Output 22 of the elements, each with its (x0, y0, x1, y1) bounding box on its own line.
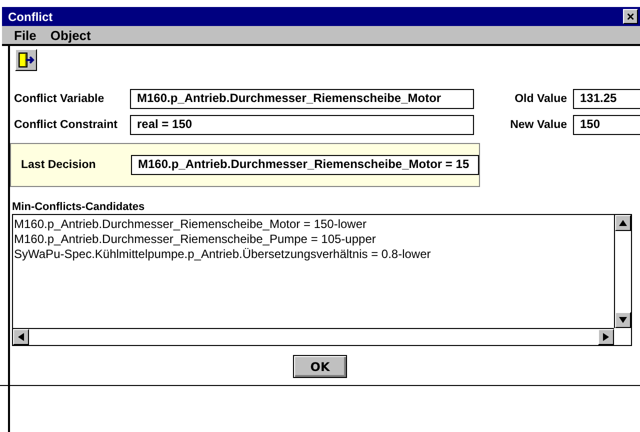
list-item[interactable]: M160.p_Antrieb.Durchmesser_Riemenscheibe_Motor = 150-lower (14, 217, 367, 232)
menu-item[interactable]: Object (50, 28, 91, 42)
input-field[interactable]: M160.p_Antrieb.Durchmesser_Riemenscheibe_Motor (130, 89, 474, 109)
exit-door-icon[interactable] (15, 49, 37, 71)
field-label: Last Decision (21, 159, 97, 171)
field-label: Conflict Constraint (14, 119, 118, 131)
vertical-scrollbar[interactable] (614, 215, 631, 328)
horizontal-scrollbar[interactable] (13, 328, 614, 345)
menu-item[interactable]: File (14, 28, 36, 42)
list-item[interactable]: M160.p_Antrieb.Durchmesser_Riemenscheibe_Pumpe = 105-upper (14, 232, 376, 247)
field-label: Old Value (514, 93, 567, 105)
window-title: Conflict (7, 10, 53, 24)
input-field[interactable]: 150 (573, 115, 640, 135)
input-field[interactable]: 131.25 (573, 89, 640, 109)
ok-button[interactable]: OK (293, 355, 347, 378)
input-field[interactable]: M160.p_Antrieb.Durchmesser_Riemenscheibe_Motor = 15 (131, 155, 479, 175)
field-label: Conflict Variable (14, 93, 106, 105)
field-label: New Value (509, 119, 567, 131)
close-button[interactable]: × (623, 9, 638, 24)
list-item[interactable]: SyWaPu-Spec.Kühlmittelpumpe.p_Antrieb.Übersetzungsverhältnis = 0.8-lower (14, 247, 431, 262)
input-field[interactable]: real = 150 (130, 115, 474, 135)
list-label: Min-Conflicts-Candidates (12, 201, 146, 213)
